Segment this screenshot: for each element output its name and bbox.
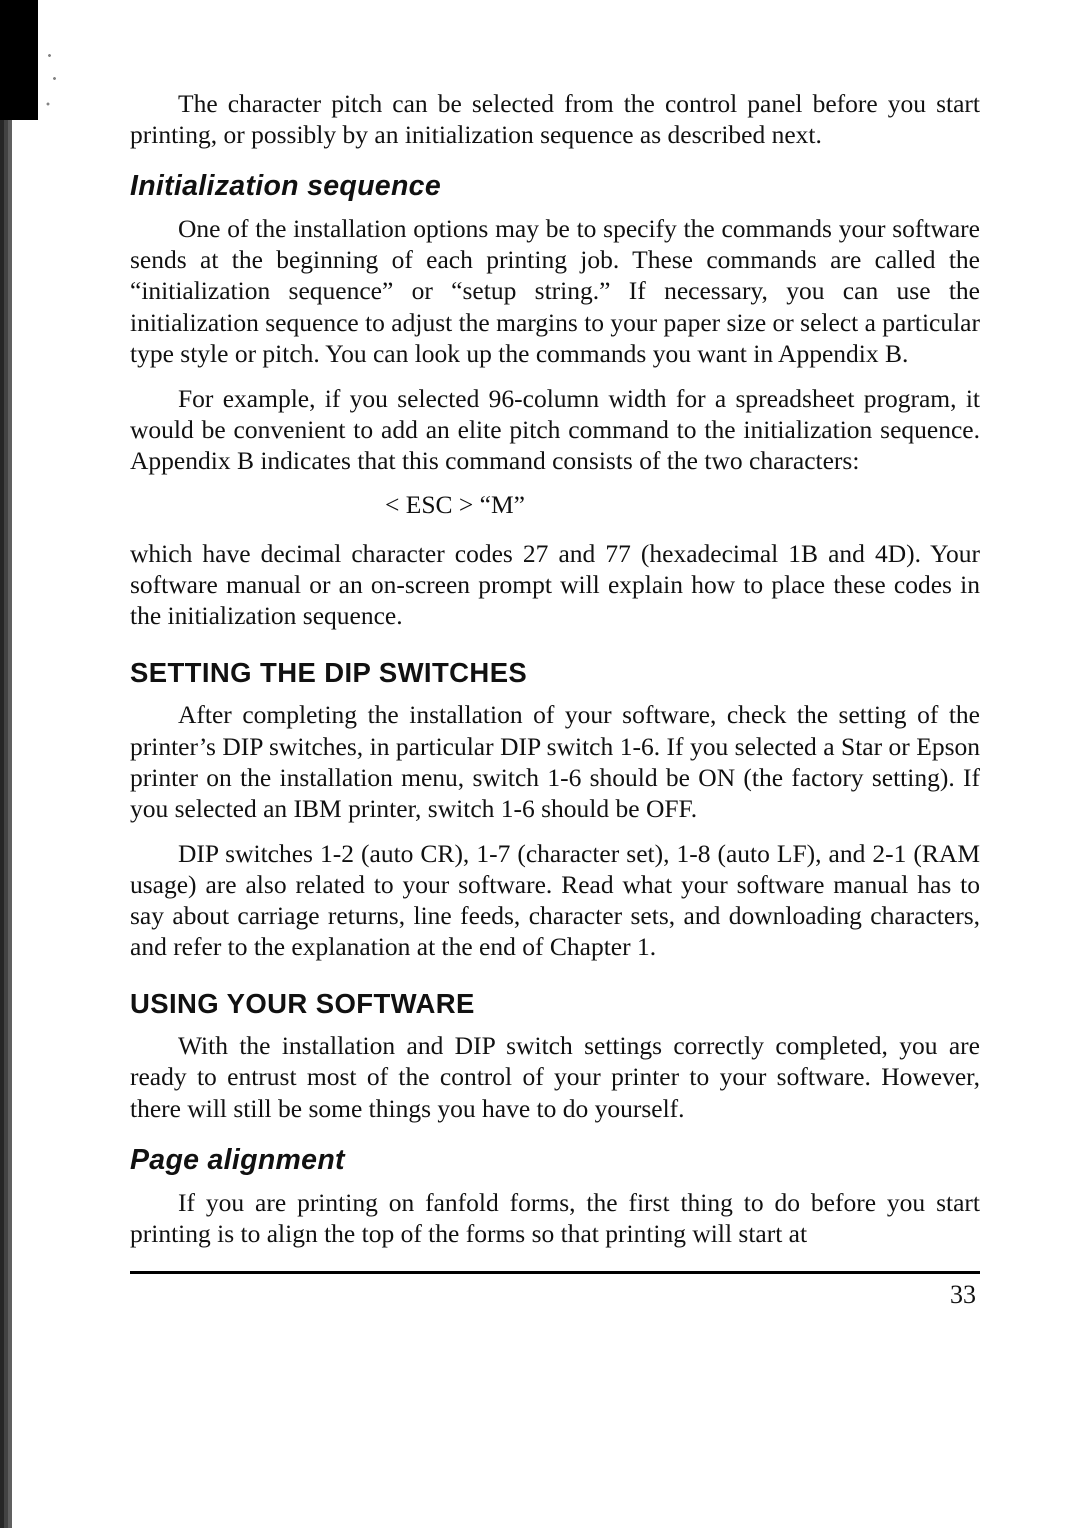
scan-edge-artifact xyxy=(0,0,38,120)
init-seq-para-3: which have decimal character codes 27 an… xyxy=(130,538,980,631)
dip-switches-heading: SETTING THE DIP SWITCHES xyxy=(130,657,980,689)
document-page: The character pitch can be selected from… xyxy=(0,0,1080,1528)
intro-paragraph: The character pitch can be selected from… xyxy=(130,88,980,150)
init-seq-para-1: One of the installation options may be t… xyxy=(130,213,980,369)
using-software-heading: USING YOUR SOFTWARE xyxy=(130,988,980,1020)
using-software-para-1: With the installation and DIP switch set… xyxy=(130,1030,980,1123)
init-seq-para-2: For example, if you selected 96-column w… xyxy=(130,383,980,476)
scan-spine-artifact xyxy=(0,120,12,1528)
esc-m-code: < ESC > “M” xyxy=(130,490,980,520)
dip-para-1: After completing the installation of you… xyxy=(130,699,980,823)
initialization-sequence-heading: Initialization sequence xyxy=(130,170,980,203)
page-alignment-para-1: If you are printing on fanfold forms, th… xyxy=(130,1187,980,1249)
dip-para-2: DIP switches 1-2 (auto CR), 1-7 (charact… xyxy=(130,838,980,962)
page-number: 33 xyxy=(130,1280,980,1310)
scan-speckle-artifact xyxy=(43,45,63,145)
footer-rule xyxy=(130,1271,980,1274)
page-alignment-heading: Page alignment xyxy=(130,1144,980,1177)
